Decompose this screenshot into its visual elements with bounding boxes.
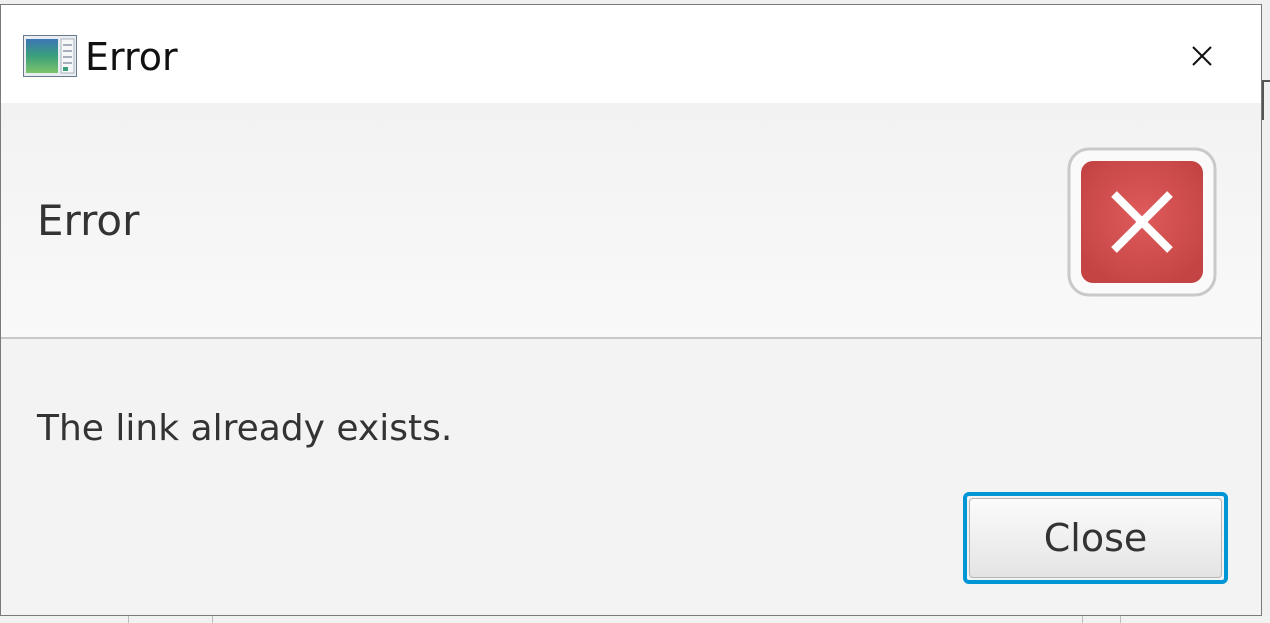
window-close-button[interactable] <box>1179 35 1225 77</box>
background-window-bottom <box>0 616 1270 623</box>
close-icon <box>1192 46 1212 66</box>
error-icon <box>1067 147 1217 297</box>
window-title: Error <box>85 35 178 79</box>
error-dialog: Error Error The link already exists. Clo… <box>0 4 1262 616</box>
app-window-icon <box>23 35 77 77</box>
background-window-edge <box>1262 80 1270 120</box>
dialog-header-panel: Error <box>1 103 1261 339</box>
close-button[interactable]: Close <box>963 492 1228 584</box>
dialog-header-text: Error <box>37 196 140 245</box>
close-button-label: Close <box>969 498 1222 578</box>
title-bar: Error <box>1 5 1261 103</box>
dialog-message: The link already exists. <box>37 408 453 449</box>
